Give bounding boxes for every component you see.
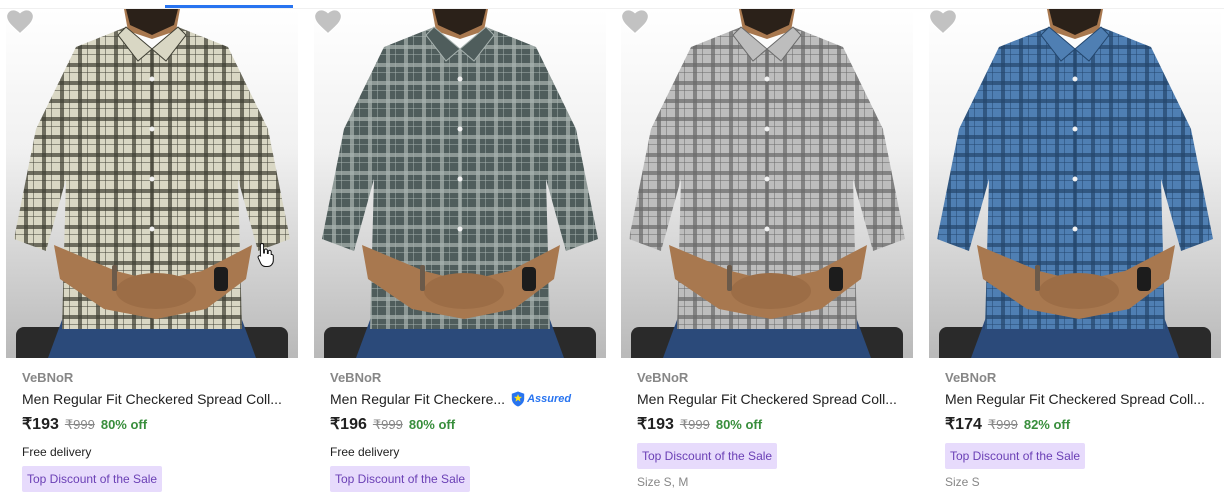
product-card[interactable]: VeBNoR Men Regular Fit Checkered Spread …: [929, 9, 1221, 490]
product-title[interactable]: Men Regular Fit Checkered Spread Coll...: [945, 389, 1215, 409]
price-row: ₹174 ₹999 82% off: [945, 415, 1215, 435]
top-tab-strip: [0, 0, 1224, 9]
product-card[interactable]: VeBNoR Men Regular Fit Checkere... Assur…: [314, 9, 606, 492]
discount-percent: 80% off: [715, 417, 763, 432]
assured-shield-icon: [511, 391, 525, 407]
sale-badge: Top Discount of the Sale: [330, 466, 471, 492]
brand-name: VeBNoR: [330, 370, 382, 385]
sale-badge: Top Discount of the Sale: [22, 466, 163, 492]
product-card[interactable]: VeBNoR Men Regular Fit Checkered Spread …: [621, 9, 913, 490]
delivery-info: Free delivery: [330, 445, 400, 459]
price-row: ₹196 ₹999 80% off: [330, 415, 600, 435]
shirt-photo: [14, 9, 290, 358]
product-title[interactable]: Men Regular Fit Checkered Spread Coll...: [637, 389, 907, 409]
product-image[interactable]: [6, 9, 298, 358]
product-image[interactable]: [929, 9, 1221, 358]
shirt-photo: [937, 9, 1213, 358]
sale-badge: Top Discount of the Sale: [945, 443, 1086, 469]
product-card[interactable]: VeBNoR Men Regular Fit Checkered Spread …: [6, 9, 298, 492]
selling-price: ₹196: [330, 416, 367, 433]
product-image[interactable]: [621, 9, 913, 358]
brand-name: VeBNoR: [637, 370, 689, 385]
selling-price: ₹193: [637, 416, 674, 433]
price-row: ₹193 ₹999 80% off: [22, 415, 292, 435]
original-price: ₹999: [987, 417, 1018, 432]
active-tab-indicator: [165, 5, 293, 8]
sale-badge: Top Discount of the Sale: [637, 443, 778, 469]
hand-cursor-icon: [257, 242, 274, 267]
delivery-info: Free delivery: [22, 445, 92, 459]
wishlist-heart-icon[interactable]: [6, 9, 34, 35]
shirt-photo: [629, 9, 905, 358]
selling-price: ₹193: [22, 416, 59, 433]
available-sizes: Size S, M: [637, 475, 689, 489]
brand-name: VeBNoR: [945, 370, 997, 385]
shirt-photo: [322, 9, 598, 358]
wishlist-heart-icon[interactable]: [314, 9, 342, 35]
product-title[interactable]: Men Regular Fit Checkere...: [330, 389, 505, 409]
assured-badge: Assured: [511, 391, 571, 407]
price-row: ₹193 ₹999 80% off: [637, 415, 907, 435]
available-sizes: Size S: [945, 475, 980, 489]
original-price: ₹999: [64, 417, 95, 432]
brand-name: VeBNoR: [22, 370, 74, 385]
selling-price: ₹174: [945, 416, 982, 433]
wishlist-heart-icon[interactable]: [929, 9, 957, 35]
assured-label: Assured: [527, 393, 572, 405]
discount-percent: 82% off: [1023, 417, 1071, 432]
discount-percent: 80% off: [408, 417, 456, 432]
discount-percent: 80% off: [100, 417, 148, 432]
original-price: ₹999: [679, 417, 710, 432]
original-price: ₹999: [372, 417, 403, 432]
wishlist-heart-icon[interactable]: [621, 9, 649, 35]
product-image[interactable]: [314, 9, 606, 358]
product-title[interactable]: Men Regular Fit Checkered Spread Coll...: [22, 389, 292, 409]
